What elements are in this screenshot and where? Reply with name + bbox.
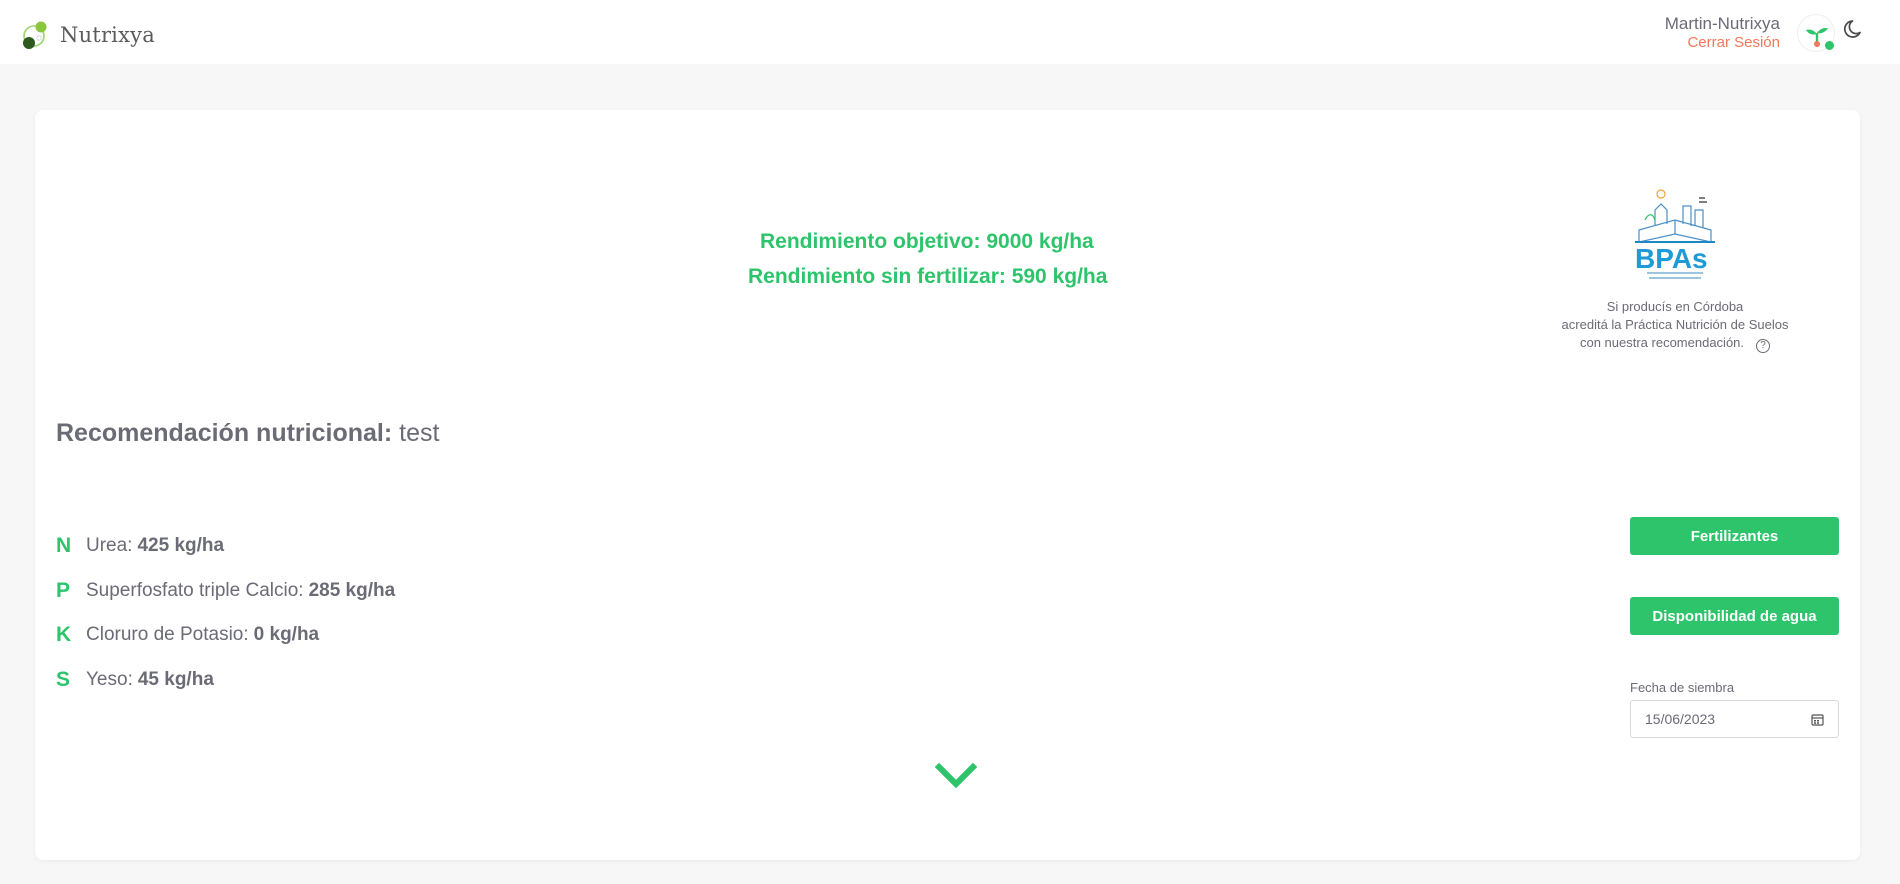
nutrient-letter: S bbox=[56, 667, 71, 691]
nutrient-item: K Cloruro de Potasio: 0 kg/ha bbox=[56, 613, 395, 658]
user-block: Martin-Nutrixya Cerrar Sesión bbox=[1665, 14, 1780, 52]
nutrient-label: Superfosfato triple Calcio: bbox=[86, 579, 304, 601]
user-name: Martin-Nutrixya bbox=[1664, 14, 1780, 33]
nutrient-label: Urea: bbox=[86, 535, 133, 557]
recommendation-name: test bbox=[399, 419, 440, 447]
nutrient-item: N Urea: 425 kg/ha bbox=[56, 524, 395, 569]
nutrient-value: 425 kg/ha bbox=[137, 535, 225, 557]
brand-name: Nutrixya bbox=[60, 23, 155, 47]
bpas-caption-line: acreditá la Práctica Nutrición de Suelos bbox=[1561, 317, 1789, 332]
svg-text:BPAs: BPAs bbox=[1635, 243, 1708, 274]
nutrient-value: 285 kg/ha bbox=[308, 579, 396, 601]
nutrient-value: 45 kg/ha bbox=[137, 668, 214, 690]
bpas-caption: Si producís en Córdoba acreditá la Práct… bbox=[1535, 298, 1815, 353]
moon-icon[interactable] bbox=[1843, 18, 1865, 40]
brand-logo-icon bbox=[22, 19, 52, 51]
top-bar: Nutrixya Martin-Nutrixya Cerrar Sesión bbox=[0, 0, 1900, 64]
nutrient-list: N Urea: 425 kg/ha P Superfosfato triple … bbox=[56, 524, 395, 702]
recommendation-title-label: Recomendación nutricional: bbox=[56, 419, 393, 447]
brand[interactable]: Nutrixya bbox=[22, 18, 155, 52]
sowing-date-input[interactable]: 15/06/2023 bbox=[1630, 700, 1839, 738]
help-circle-icon[interactable]: ? bbox=[1756, 339, 1771, 353]
sowing-date-label: Fecha de siembra bbox=[1630, 680, 1735, 695]
nutrient-label: Cloruro de Potasio: bbox=[86, 624, 249, 646]
recommendation-title: Recomendación nutricional: test bbox=[56, 419, 439, 448]
bpas-caption-line: con nuestra recomendación.? bbox=[1535, 334, 1815, 353]
fertilizers-button[interactable]: Fertilizantes bbox=[1630, 517, 1839, 555]
calendar-icon[interactable] bbox=[1811, 713, 1824, 726]
nutrient-value: 0 kg/ha bbox=[253, 624, 320, 646]
water-availability-button[interactable]: Disponibilidad de agua bbox=[1630, 597, 1839, 635]
yield-unfertilized: Rendimiento sin fertilizar: 590 kg/ha bbox=[748, 265, 1108, 288]
recommendation-card: Rendimiento objetivo: 9000 kg/ha Rendimi… bbox=[35, 110, 1860, 860]
nutrient-item: S Yeso: 45 kg/ha bbox=[56, 658, 395, 703]
nutrient-label: Yeso: bbox=[86, 668, 133, 690]
yield-objective: Rendimiento objetivo: 9000 kg/ha bbox=[760, 230, 1094, 253]
bpas-panel: BPAs Si producís en Córdoba acreditá la … bbox=[1535, 180, 1815, 353]
avatar[interactable] bbox=[1797, 14, 1835, 52]
sowing-date-value: 15/06/2023 bbox=[1645, 711, 1716, 727]
online-status-dot bbox=[1825, 41, 1834, 50]
bpas-logo: BPAs bbox=[1625, 180, 1725, 290]
bpas-caption-line: Si producís en Córdoba bbox=[1606, 299, 1744, 314]
bpas-caption-text: con nuestra recomendación. bbox=[1579, 335, 1745, 350]
nutrient-letter: K bbox=[56, 623, 72, 647]
nutrient-letter: N bbox=[56, 534, 72, 558]
nutrient-item: P Superfosfato triple Calcio: 285 kg/ha bbox=[56, 569, 395, 614]
nutrient-letter: P bbox=[56, 578, 71, 602]
logout-link[interactable]: Cerrar Sesión bbox=[1665, 34, 1780, 52]
chevron-down-icon[interactable] bbox=[934, 762, 978, 790]
